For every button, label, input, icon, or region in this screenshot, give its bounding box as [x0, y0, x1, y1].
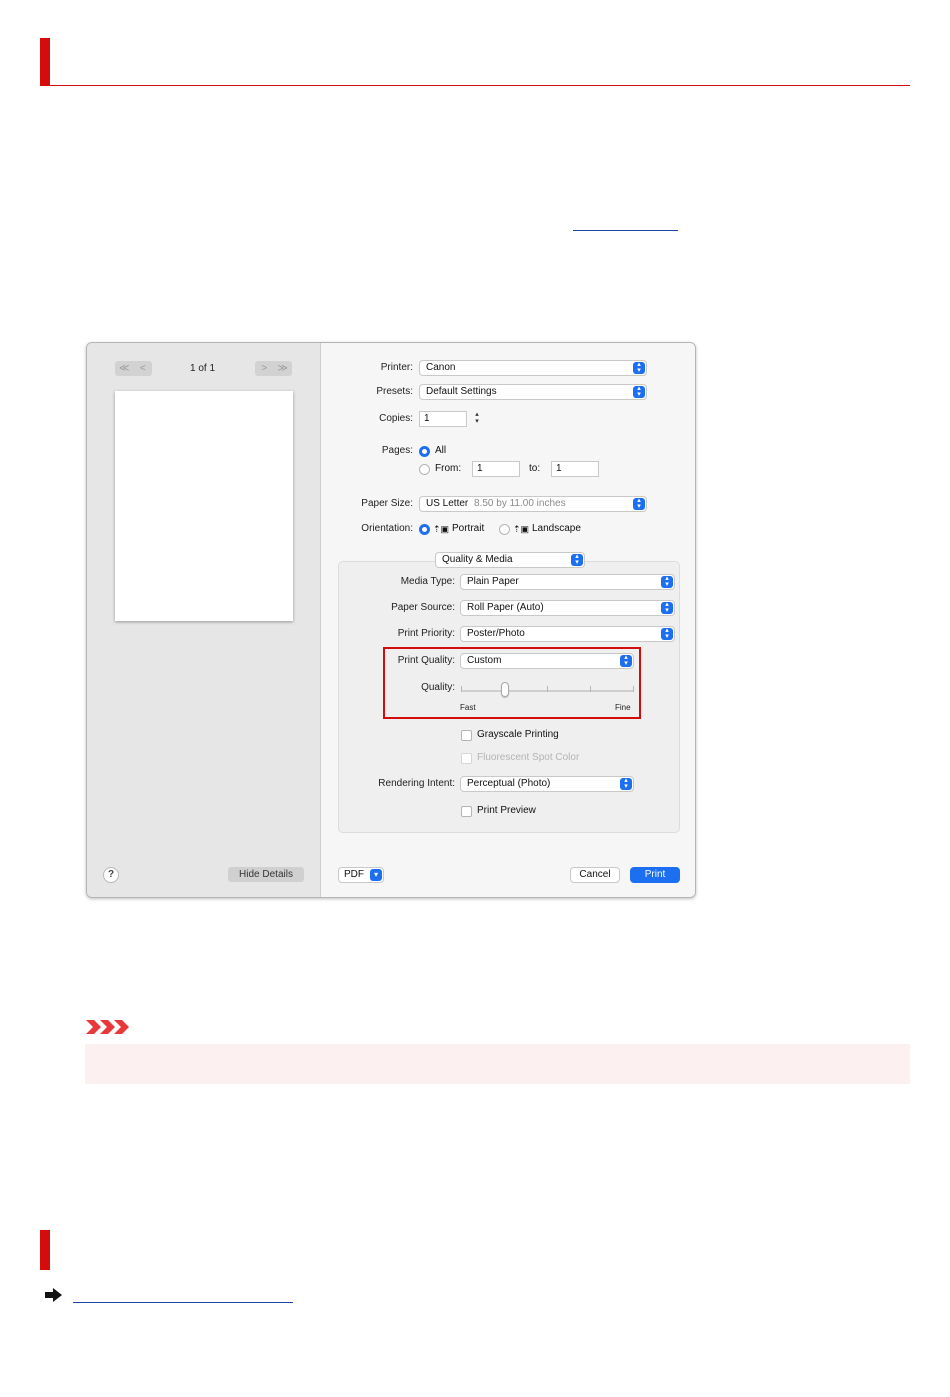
- popup-arrows-icon: ▴ ▾: [620, 654, 632, 667]
- portrait-radio[interactable]: [419, 524, 430, 535]
- printer-label: Printer:: [380, 362, 413, 373]
- paper-size-detail: 8.50 by 11.00 inches: [474, 498, 566, 509]
- printer-popup[interactable]: Canon ▴ ▾: [419, 360, 647, 376]
- next-page-icon[interactable]: >: [255, 361, 274, 376]
- inline-link-underline[interactable]: [573, 230, 678, 231]
- print-priority-value: Poster/Photo: [467, 628, 525, 639]
- landscape-icon: ⇡▣: [513, 524, 530, 534]
- popup-arrows-icon: ▴ ▾: [571, 553, 583, 566]
- media-type-value: Plain Paper: [467, 576, 519, 587]
- section-marker: [40, 38, 50, 86]
- portrait-icon: ⇡▣: [433, 524, 450, 534]
- rendering-intent-popup[interactable]: Perceptual (Photo) ▴ ▾: [460, 776, 634, 792]
- preview-pane: ≪ < 1 of 1 > ≫ ? Hide Details: [87, 343, 321, 897]
- section-divider: [40, 85, 910, 86]
- popup-arrows-icon: ▴ ▾: [633, 385, 645, 398]
- chevron-down-icon: ▾: [370, 869, 382, 881]
- paper-size-label: Paper Size:: [361, 498, 413, 509]
- important-icon: [86, 1020, 129, 1034]
- paper-size-popup[interactable]: US Letter 8.50 by 11.00 inches ▴ ▾: [419, 496, 647, 512]
- quality-slider-label: Quality:: [421, 682, 455, 693]
- panel-selector-value: Quality & Media: [442, 554, 513, 565]
- landscape-radio[interactable]: [499, 524, 510, 535]
- slider-max-label: Fine: [615, 703, 631, 712]
- grayscale-label: Grayscale Printing: [477, 729, 559, 740]
- pdf-label: PDF: [344, 869, 364, 880]
- print-quality-label: Print Quality:: [397, 655, 455, 666]
- paper-source-popup[interactable]: Roll Paper (Auto) ▴ ▾: [460, 600, 675, 616]
- pdf-button[interactable]: PDF ▾: [338, 867, 384, 883]
- print-priority-popup[interactable]: Poster/Photo ▴ ▾: [460, 626, 675, 642]
- hide-details-button[interactable]: Hide Details: [228, 867, 304, 882]
- previous-page-icon[interactable]: <: [134, 361, 153, 376]
- print-quality-popup[interactable]: Custom ▴ ▾: [460, 653, 634, 669]
- quality-slider-knob[interactable]: [501, 682, 509, 697]
- popup-arrows-icon: ▴ ▾: [661, 627, 673, 640]
- section-marker: [40, 1230, 50, 1270]
- last-page-icon[interactable]: ≫: [274, 361, 293, 376]
- paper-size-value: US Letter: [426, 498, 469, 509]
- print-dialog: ≪ < 1 of 1 > ≫ ? Hide Details Printer: C…: [86, 342, 696, 898]
- pages-all-label: All: [435, 445, 447, 456]
- page-preview: [115, 391, 293, 621]
- orientation-label: Orientation:: [361, 523, 413, 534]
- page-count: 1 of 1: [190, 363, 216, 374]
- panel-selector-popup[interactable]: Quality & Media ▴ ▾: [435, 552, 585, 568]
- slider-tick: [461, 686, 462, 692]
- print-preview-checkbox[interactable]: [461, 806, 472, 817]
- slider-tick: [633, 686, 634, 692]
- paper-source-value: Roll Paper (Auto): [467, 602, 544, 613]
- fluorescent-checkbox: [461, 753, 472, 764]
- popup-arrows-icon: ▴ ▾: [661, 575, 673, 588]
- important-note-box: [85, 1044, 910, 1084]
- fluorescent-label: Fluorescent Spot Color: [477, 752, 580, 763]
- pages-all-radio[interactable]: [419, 446, 430, 457]
- popup-arrows-icon: ▴ ▾: [661, 601, 673, 614]
- paper-source-label: Paper Source:: [391, 602, 455, 613]
- popup-arrows-icon: ▴ ▾: [633, 361, 645, 374]
- pages-to-label: to:: [529, 463, 541, 474]
- pages-from-field[interactable]: 1: [472, 461, 520, 477]
- pages-from-radio[interactable]: [419, 464, 430, 475]
- slider-min-label: Fast: [460, 703, 476, 712]
- portrait-label: Portrait: [452, 523, 485, 534]
- slider-tick: [547, 686, 548, 692]
- print-button[interactable]: Print: [630, 867, 680, 883]
- presets-popup[interactable]: Default Settings ▴ ▾: [419, 384, 647, 400]
- presets-label: Presets:: [376, 386, 413, 397]
- slider-tick: [590, 686, 591, 692]
- popup-arrows-icon: ▴ ▾: [620, 777, 632, 790]
- popup-arrows-icon: ▴ ▾: [633, 497, 645, 510]
- first-page-icon[interactable]: ≪: [115, 361, 134, 376]
- pages-label: Pages:: [381, 445, 413, 456]
- rendering-intent-value: Perceptual (Photo): [467, 778, 551, 789]
- related-topic-link[interactable]: [73, 1302, 293, 1303]
- presets-value: Default Settings: [426, 386, 497, 397]
- printer-value: Canon: [426, 362, 456, 373]
- arrow-right-icon: [45, 1288, 62, 1302]
- copies-stepper-icon[interactable]: ▴ ▾: [472, 411, 482, 427]
- preview-nav-forward[interactable]: > ≫: [255, 361, 292, 376]
- print-priority-label: Print Priority:: [397, 628, 455, 639]
- pages-to-field[interactable]: 1: [551, 461, 599, 477]
- copies-label: Copies:: [379, 413, 413, 424]
- cancel-button[interactable]: Cancel: [570, 867, 620, 883]
- landscape-label: Landscape: [532, 523, 581, 534]
- grayscale-checkbox[interactable]: [461, 730, 472, 741]
- print-preview-label: Print Preview: [477, 805, 536, 816]
- help-button[interactable]: ?: [103, 867, 119, 883]
- settings-pane: Printer: Canon ▴ ▾ Presets: Default Setti…: [321, 343, 695, 897]
- media-type-label: Media Type:: [400, 576, 455, 587]
- print-quality-value: Custom: [467, 655, 502, 666]
- rendering-intent-label: Rendering Intent:: [378, 778, 455, 789]
- media-type-popup[interactable]: Plain Paper ▴ ▾: [460, 574, 675, 590]
- pages-from-label: From:: [435, 463, 462, 474]
- copies-field[interactable]: 1: [419, 411, 467, 427]
- preview-nav-back[interactable]: ≪ <: [115, 361, 152, 376]
